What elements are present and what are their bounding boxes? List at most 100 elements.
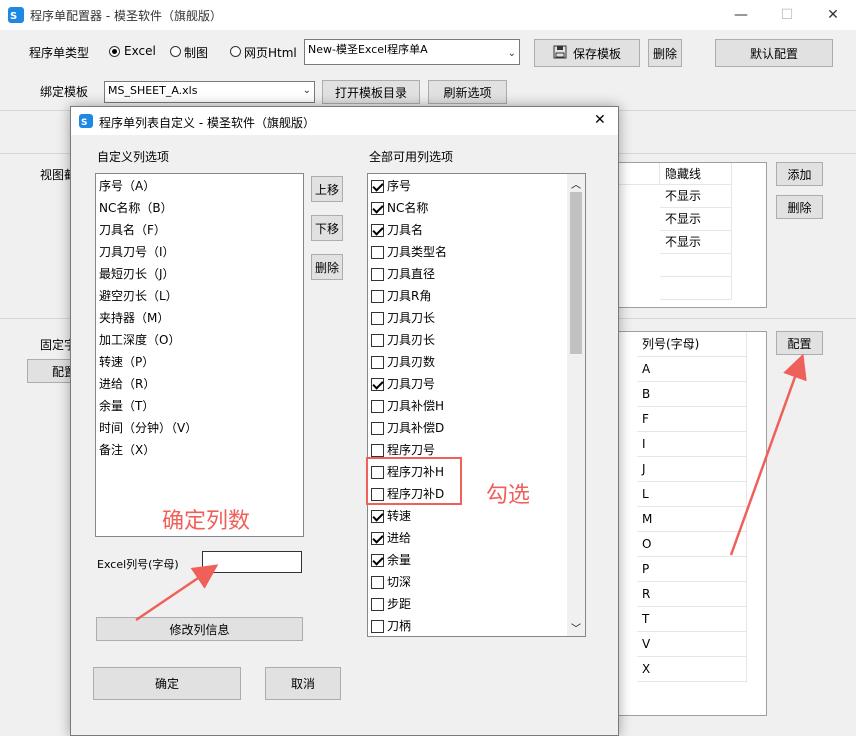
column-checkbox[interactable] — [371, 334, 384, 347]
column-checkbox[interactable] — [371, 554, 384, 567]
delete-view-button[interactable]: 删除 — [776, 195, 823, 219]
custom-column-item[interactable]: 避空刃长（L） — [99, 285, 178, 307]
custom-column-item[interactable]: 刀具刀号（I） — [99, 241, 175, 263]
grid-cell — [660, 277, 732, 300]
excel-col-input[interactable] — [202, 551, 302, 573]
grid-cell[interactable]: O — [637, 532, 747, 557]
grid-cell[interactable]: F — [637, 407, 747, 432]
custom-column-item[interactable]: 刀具名（F） — [99, 219, 166, 241]
radio-html-label: 网页Html — [244, 46, 297, 60]
open-template-dir-button[interactable]: 打开模板目录 — [322, 80, 420, 104]
column-checkbox-label: 切深 — [387, 575, 412, 589]
grid-cell[interactable]: B — [637, 382, 747, 407]
custom-column-item[interactable]: 余量（T） — [99, 395, 154, 417]
svg-text:S: S — [81, 118, 87, 128]
modify-column-button[interactable]: 修改列信息 — [96, 617, 303, 641]
delete-program-button[interactable]: 删除 — [648, 39, 682, 67]
grid-cell[interactable]: V — [637, 632, 747, 657]
scroll-thumb[interactable] — [570, 192, 582, 354]
grid-cell[interactable]: L — [637, 482, 747, 507]
svg-text:S: S — [10, 11, 17, 22]
column-checkbox[interactable] — [371, 378, 384, 391]
column-checkbox-label: 刀具补偿H — [387, 399, 445, 413]
custom-columns-label: 自定义列选项 — [97, 150, 170, 164]
custom-column-item[interactable]: 时间（分钟）（V） — [99, 417, 197, 439]
maximize-button[interactable]: ☐ — [764, 0, 810, 30]
grid-cell[interactable]: A — [637, 357, 747, 382]
chevron-down-icon: ⌄ — [507, 48, 516, 59]
column-checkbox[interactable] — [371, 224, 384, 237]
custom-column-item[interactable]: 备注（X） — [99, 439, 155, 461]
grid-cell[interactable]: 不显示 — [660, 231, 732, 254]
custom-column-item[interactable]: 加工深度（O） — [99, 329, 180, 351]
column-checkbox-label: 刀具刃长 — [387, 333, 436, 347]
excel-col-label: Excel列号(字母) — [97, 558, 179, 571]
grid-cell[interactable]: X — [637, 657, 747, 682]
column-checkbox[interactable] — [371, 532, 384, 545]
dialog-title: 程序单列表自定义 - 模圣软件（旗舰版） — [99, 116, 315, 130]
radio-html[interactable] — [230, 46, 241, 57]
column-checkbox[interactable] — [371, 444, 384, 457]
custom-column-item[interactable]: 夹持器（M） — [99, 307, 169, 329]
scroll-up-icon[interactable]: ︿ — [571, 176, 581, 191]
grid-cell[interactable]: R — [637, 582, 747, 607]
custom-column-item[interactable]: 序号（A） — [99, 175, 155, 197]
save-disk-icon — [553, 45, 567, 62]
column-checkbox-label: 进给 — [387, 531, 412, 545]
cancel-button[interactable]: 取消 — [265, 667, 341, 700]
refresh-options-button[interactable]: 刷新选项 — [428, 80, 507, 104]
ok-button[interactable]: 确定 — [93, 667, 241, 700]
radio-drawing[interactable] — [170, 46, 181, 57]
scroll-down-icon[interactable]: ﹀ — [571, 620, 581, 635]
custom-column-item[interactable]: 转速（P） — [99, 351, 154, 373]
grid-cell[interactable]: 不显示 — [660, 208, 732, 231]
move-down-button[interactable]: 下移 — [311, 215, 343, 241]
custom-column-item[interactable]: 进给（R） — [99, 373, 155, 395]
grid-cell[interactable]: I — [637, 432, 747, 457]
column-checkbox[interactable] — [371, 202, 384, 215]
template-combo[interactable]: MS_SHEET_A.xls ⌄ — [104, 81, 315, 103]
annotation-check: 勾选 — [486, 483, 531, 508]
column-checkbox[interactable] — [371, 312, 384, 325]
close-button[interactable]: ✕ — [810, 0, 856, 30]
vertical-scrollbar[interactable]: ︿ ﹀ — [567, 174, 585, 636]
column-checkbox[interactable] — [371, 620, 384, 633]
custom-columns-list[interactable]: 序号（A） NC名称（B） 刀具名（F） 刀具刀号（I） 最短刃长（J） 避空刃长（L）夹… — [95, 173, 304, 537]
grid-cell[interactable]: J — [637, 457, 747, 482]
column-checkbox[interactable] — [371, 356, 384, 369]
bind-template-label: 绑定模板 — [40, 85, 89, 99]
column-checkbox[interactable] — [371, 510, 384, 523]
column-checkbox[interactable] — [371, 400, 384, 413]
column-checkbox[interactable] — [371, 246, 384, 259]
column-checkbox-label: 刀具刀号 — [387, 377, 436, 391]
grid-cell[interactable]: P — [637, 557, 747, 582]
type-label: 程序单类型 — [29, 46, 90, 60]
add-button[interactable]: 添加 — [776, 162, 823, 186]
grid-cell[interactable]: T — [637, 607, 747, 632]
custom-column-item[interactable]: 最短刃长（J） — [99, 263, 175, 285]
column-checkbox[interactable] — [371, 576, 384, 589]
column-checkbox[interactable] — [371, 180, 384, 193]
column-checkbox[interactable] — [371, 598, 384, 611]
grid-cell[interactable]: 不显示 — [660, 185, 732, 208]
column-checkbox[interactable] — [371, 290, 384, 303]
move-up-button[interactable]: 上移 — [311, 176, 343, 202]
column-checkbox[interactable] — [371, 422, 384, 435]
grid-cell[interactable]: M — [637, 507, 747, 532]
column-checkbox-label: 刀具刃数 — [387, 355, 436, 369]
save-template-button[interactable]: 保存模板 — [534, 39, 640, 67]
all-columns-label: 全部可用列选项 — [369, 150, 454, 164]
radio-excel[interactable] — [109, 46, 120, 57]
column-checkbox-label: 余量 — [387, 553, 412, 567]
dialog-close-icon[interactable]: ✕ — [594, 112, 606, 128]
custom-column-item[interactable]: NC名称（B） — [99, 197, 173, 219]
all-columns-list[interactable]: 序号 NC名称 刀具名 刀具类型名 刀具直径 刀具R角 刀具刀长 刀具刃长 刀具刃数 刀具刀号 刀具… — [367, 173, 586, 637]
title-bar: S 程序单配置器 - 模圣软件（旗舰版） — ☐ ✕ — [0, 0, 856, 30]
minimize-button[interactable]: — — [718, 0, 764, 30]
radio-drawing-label: 制图 — [184, 46, 209, 60]
column-checkbox[interactable] — [371, 268, 384, 281]
delete-column-button[interactable]: 删除 — [311, 254, 343, 280]
program-combo[interactable]: New-模圣Excel程序单A ⌄ — [304, 39, 520, 65]
config-button[interactable]: 配置 — [776, 331, 823, 355]
default-config-button[interactable]: 默认配置 — [715, 39, 833, 67]
